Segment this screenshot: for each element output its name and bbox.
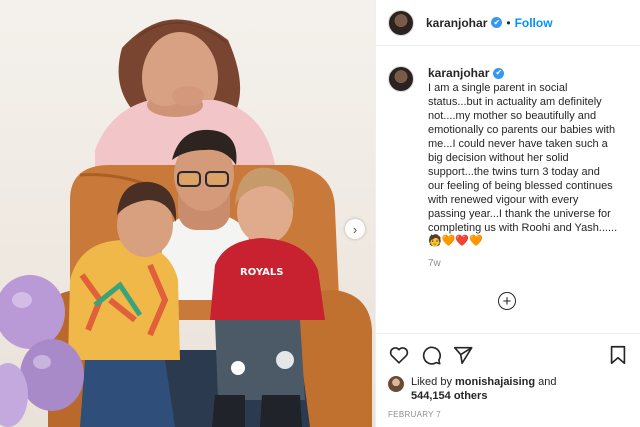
caption-area: karanjohar ✔ I am a single parent in soc…	[376, 46, 640, 281]
action-bar	[388, 344, 629, 366]
verified-badge-icon: ✔	[491, 17, 503, 28]
post-photo[interactable]: ROYALS ›	[0, 0, 375, 427]
header-separator: •	[506, 15, 511, 30]
family-photo-illustration: ROYALS	[0, 19, 372, 427]
post-header: karanjohar ✔ • Follow	[376, 0, 640, 46]
caption-row: karanjohar ✔ I am a single parent in soc…	[388, 66, 628, 269]
carousel-next-button[interactable]: ›	[345, 219, 365, 239]
caption-time-ago[interactable]: 7w	[428, 258, 618, 269]
likes-others-count[interactable]: 544,154 others	[411, 390, 487, 402]
chevron-right-icon: ›	[352, 221, 358, 237]
liker-username[interactable]: monishajaising	[455, 376, 535, 388]
caption-username[interactable]: karanjohar	[428, 66, 489, 80]
likes-prefix: Liked by	[411, 376, 456, 388]
heart-icon[interactable]	[388, 344, 410, 366]
liker-avatar[interactable]	[388, 376, 404, 392]
post-actions: Liked by monishajaising and 544,154 othe…	[376, 333, 640, 427]
likes-text: Liked by monishajaising and 544,154 othe…	[411, 375, 557, 403]
comment-icon[interactable]	[420, 344, 442, 366]
svg-text:ROYALS: ROYALS	[240, 267, 283, 278]
caption-text: I am a single parent in social status...…	[428, 82, 619, 234]
load-more-comments-button[interactable]: +	[498, 292, 516, 310]
instagram-post: ROYALS › karanjohar ✔ • Follow karanjoha…	[0, 0, 640, 427]
author-avatar[interactable]	[388, 9, 414, 36]
post-date[interactable]: FEBRUARY 7	[388, 410, 629, 419]
plus-icon: +	[502, 292, 512, 310]
share-icon[interactable]	[452, 344, 474, 366]
author-username[interactable]: karanjohar	[426, 16, 487, 30]
caption-body: karanjohar ✔ I am a single parent in soc…	[428, 66, 618, 269]
bookmark-icon[interactable]	[607, 344, 629, 366]
caption-emojis: 🧑‍🧡❤️🧡	[428, 235, 483, 247]
likes-conjunction: and	[535, 376, 557, 388]
caption-avatar[interactable]	[388, 66, 414, 92]
likes-summary: Liked by monishajaising and 544,154 othe…	[388, 375, 629, 403]
caption-verified-badge-icon: ✔	[493, 67, 505, 79]
post-sidebar: karanjohar ✔ • Follow karanjohar ✔ I am …	[375, 0, 640, 427]
caption-user: karanjohar ✔	[428, 66, 618, 80]
follow-button[interactable]: Follow	[515, 16, 553, 30]
